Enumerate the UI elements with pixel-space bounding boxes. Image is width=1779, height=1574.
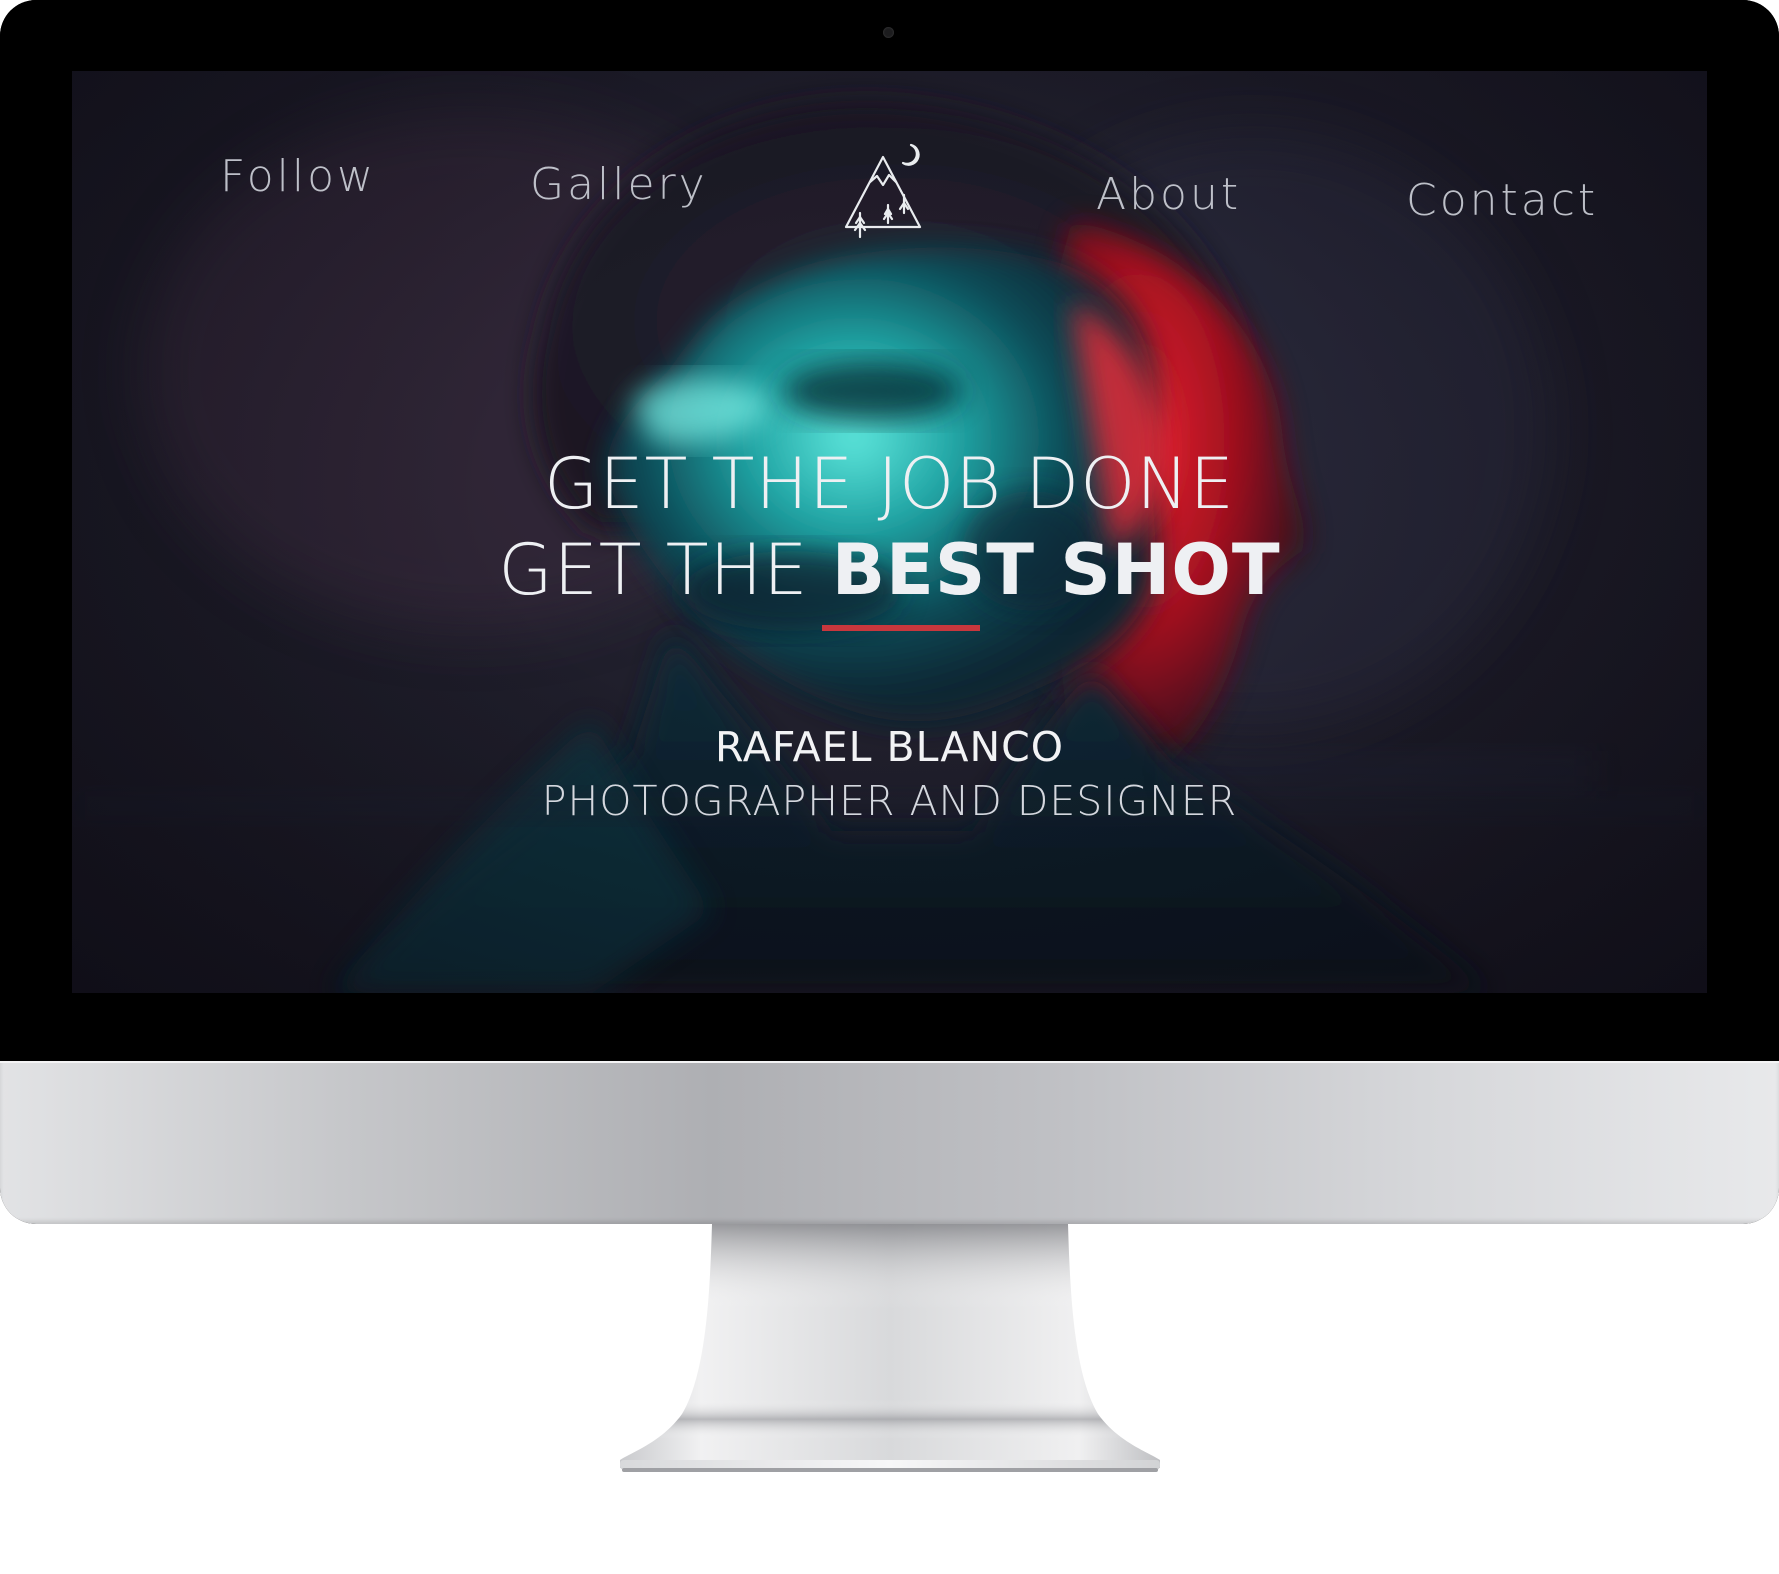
nav-about[interactable]: About	[1096, 169, 1241, 220]
nav-contact[interactable]: Contact	[1406, 175, 1598, 226]
nav-gallery[interactable]: Gallery	[530, 159, 708, 210]
mountain-moon-icon[interactable]	[836, 135, 946, 255]
monitor-stand	[620, 1224, 1160, 1472]
photographer-role: PHOTOGRAPHER AND DESIGNER	[541, 777, 1238, 825]
monitor-chin	[0, 1061, 1779, 1224]
headline-divider	[822, 625, 980, 631]
monitor: Follow Gallery About Contact GET THE JOB…	[0, 0, 1779, 1224]
website-screen: Follow Gallery About Contact GET THE JOB…	[72, 71, 1707, 993]
camera-icon	[883, 27, 894, 38]
headline-line-1: GET THE JOB DONE	[544, 443, 1235, 525]
headline-emphasis: BEST SHOT	[831, 529, 1281, 611]
desktop-mockup: Follow Gallery About Contact GET THE JOB…	[0, 0, 1779, 1574]
headline-line-2: GET THE BEST SHOT	[72, 527, 1707, 613]
hero-headline: GET THE JOB DONE GET THE BEST SHOT	[72, 441, 1707, 613]
nav-follow[interactable]: Follow	[220, 151, 376, 202]
photographer-name: RAFAEL BLANCO	[714, 723, 1065, 771]
headline-line-2-prefix: GET THE	[498, 529, 832, 611]
